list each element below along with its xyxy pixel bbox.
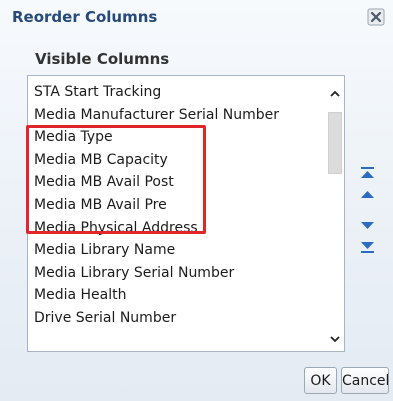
list-item[interactable]: Media Health [34,284,324,307]
dialog-title: Reorder Columns [12,8,158,26]
move-up-icon[interactable] [359,186,376,202]
scroll-track[interactable] [328,102,342,326]
scroll-thumb[interactable] [328,112,342,174]
scroll-down-icon[interactable] [329,330,341,343]
list-item[interactable]: Media Manufacturer Serial Number [34,104,324,127]
list-item[interactable]: Drive Serial Number [34,307,324,330]
move-down-icon[interactable] [359,218,376,234]
list-item[interactable]: Media Library Name [34,239,324,262]
cancel-button[interactable]: Cancel [341,367,389,394]
listbox-scrollbar[interactable] [326,76,344,351]
visible-columns-label: Visible Columns [35,50,170,68]
scroll-up-icon[interactable] [329,85,341,97]
list-item[interactable]: Media Library Serial Number [34,262,324,285]
reorder-columns-dialog: Reorder Columns Visible Columns STA Star… [0,0,393,401]
move-to-bottom-icon[interactable] [359,239,376,255]
highlight-box [26,125,206,234]
list-item[interactable]: STA Start Tracking [34,81,324,104]
ok-button[interactable]: OK [304,367,337,394]
move-to-top-icon[interactable] [359,165,376,181]
close-icon[interactable] [367,8,385,26]
